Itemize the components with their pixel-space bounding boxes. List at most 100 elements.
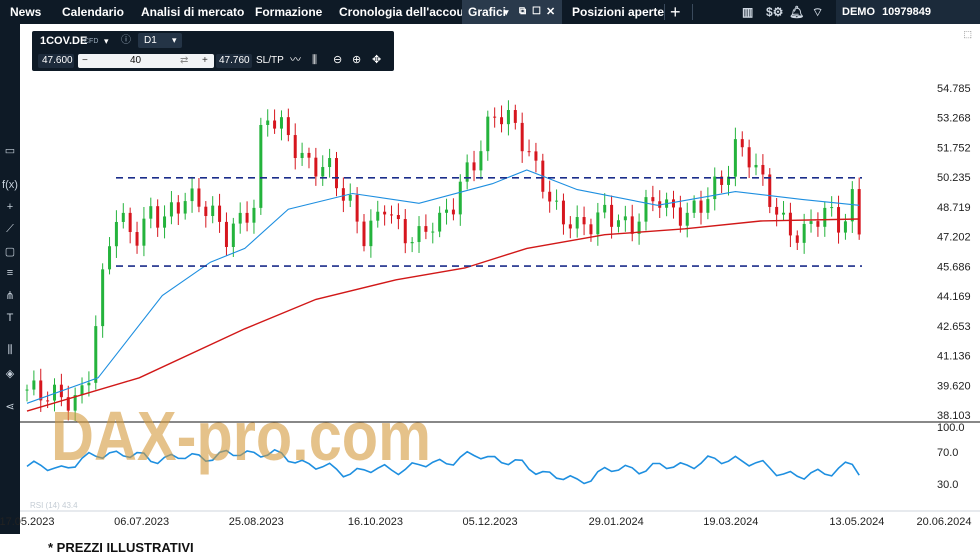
- price-tick-label: 54.785: [937, 83, 971, 95]
- candle-body: [176, 202, 180, 214]
- candle-body: [169, 202, 173, 217]
- tab-calendario[interactable]: Calendario: [62, 0, 124, 24]
- tab-grafici-label: Grafici: [468, 5, 507, 19]
- candle-body: [355, 194, 359, 222]
- timeframe-value: D1: [144, 35, 157, 46]
- candle-body: [94, 326, 98, 383]
- zoom-out-icon[interactable]: ⊖: [333, 53, 342, 67]
- candle-body: [575, 217, 579, 229]
- candle-body: [568, 224, 572, 229]
- expand-icon[interactable]: ⬚: [963, 29, 972, 39]
- candle-body: [610, 204, 614, 227]
- candle-body: [314, 157, 318, 177]
- quantity-value[interactable]: 40: [130, 54, 141, 68]
- account-badge[interactable]: DEMO 10979849: [836, 0, 980, 24]
- chevron-down-icon[interactable]: ▾: [504, 0, 509, 24]
- tab-news[interactable]: News: [10, 0, 41, 24]
- candle-body: [252, 207, 256, 223]
- price-tick-label: 53.268: [937, 113, 971, 125]
- price-tick-label: 39.620: [937, 380, 971, 392]
- candle-body: [699, 200, 703, 213]
- tab-posizioni-aperte[interactable]: Posizioni aperte: [572, 0, 664, 24]
- candle-body: [417, 226, 421, 243]
- candle-body: [190, 188, 194, 202]
- price-tick-label: 42.653: [937, 321, 971, 333]
- buy-price-button[interactable]: 47.760: [216, 54, 252, 68]
- candle-body: [348, 194, 352, 201]
- candle-body: [816, 221, 820, 227]
- popout-icon[interactable]: ⧉: [519, 0, 526, 24]
- candle-body: [204, 206, 208, 217]
- candle-body: [802, 223, 806, 243]
- line-chart-icon[interactable]: 〰: [290, 53, 301, 67]
- candle-body: [46, 400, 50, 402]
- candle-body: [644, 197, 648, 222]
- candle-body: [224, 221, 228, 247]
- candles-icon[interactable]: ⫼: [312, 53, 317, 67]
- symbol-dropdown-icon[interactable]: ▾: [104, 34, 109, 48]
- tab-formazione[interactable]: Formazione: [255, 0, 322, 24]
- tab-analisi-di-mercato[interactable]: Analisi di mercato: [141, 0, 244, 24]
- date-tick-label: 13.05.2024: [829, 516, 884, 528]
- top-nav-bar: News Calendario Analisi di mercato Forma…: [0, 0, 980, 24]
- timeframe-select[interactable]: D1 ▾: [138, 33, 182, 48]
- candle-body: [328, 158, 332, 168]
- candle-body: [589, 224, 593, 235]
- price-chart[interactable]: 54.785 53.268 51.752 50.235 48.719 47.202 45.6…: [0, 24, 980, 558]
- move-icon[interactable]: ✥: [372, 53, 381, 67]
- candle-body: [341, 188, 345, 201]
- sell-price-button[interactable]: 47.600: [38, 54, 74, 68]
- candle-body: [843, 221, 847, 233]
- date-tick-label: 05.12.2023: [463, 516, 518, 528]
- candle-body: [754, 164, 758, 168]
- info-icon[interactable]: ⓘ: [121, 34, 131, 48]
- candle-body: [218, 205, 222, 222]
- candle-body: [747, 147, 751, 168]
- add-tab-button[interactable]: +: [670, 0, 681, 24]
- candle-body: [706, 199, 710, 213]
- candle-body: [108, 246, 112, 270]
- price-tick-label: 41.136: [937, 351, 971, 363]
- candle-body: [486, 116, 490, 152]
- candle-body: [678, 207, 682, 226]
- decrease-icon[interactable]: −: [82, 54, 88, 68]
- symbol-name[interactable]: 1COV.DE: [40, 34, 87, 48]
- candle-body: [142, 218, 146, 246]
- candle-body: [479, 151, 483, 171]
- price-tick-label: 50.235: [937, 172, 971, 184]
- candle-body: [555, 200, 559, 202]
- sltp-button[interactable]: SL/TP: [256, 54, 284, 68]
- footnote: * PREZZI ILLUSTRATIVI: [48, 540, 194, 555]
- candle-body: [768, 174, 772, 207]
- watermark-text: DAX-pro.com: [51, 397, 431, 475]
- candle-body: [775, 206, 779, 215]
- candle-body: [692, 200, 696, 213]
- account-mode: DEMO: [842, 6, 875, 18]
- instrument-panel: 1COV.DE CFD ▾ ⓘ D1 ▾ 47.600 − 40 ⇄ + 47.…: [32, 31, 394, 71]
- bell-icon[interactable]: 🔔︎: [789, 0, 804, 24]
- candle-body: [500, 117, 504, 125]
- swap-icon[interactable]: ⇄: [180, 54, 188, 68]
- tab-cronologia-account[interactable]: Cronologia dell'account: [339, 0, 475, 24]
- candle-body: [245, 212, 249, 223]
- candle-body: [685, 212, 689, 226]
- date-tick-label: 17.05.2023: [0, 516, 55, 528]
- price-tick-label: 45.686: [937, 261, 971, 273]
- currency-settings-icon[interactable]: $⚙: [766, 0, 783, 24]
- candle-body: [293, 135, 297, 159]
- candle-body: [334, 158, 338, 189]
- candle-body: [383, 211, 387, 215]
- maximize-icon[interactable]: ☐: [532, 0, 541, 24]
- layout-icon[interactable]: ▥: [742, 0, 753, 24]
- candle-body: [80, 385, 84, 396]
- quantity-stepper[interactable]: − 40 ⇄ +: [78, 54, 214, 68]
- increase-icon[interactable]: +: [202, 54, 208, 68]
- candle-body: [451, 209, 455, 215]
- date-tick-label: 16.10.2023: [348, 516, 403, 528]
- candle-body: [121, 212, 125, 222]
- close-icon[interactable]: ✕: [546, 0, 555, 24]
- tab-grafici[interactable]: Grafici ▾ ⧉ ☐ ✕: [462, 0, 562, 24]
- candle-body: [431, 231, 435, 233]
- price-tick-label: 47.202: [937, 232, 971, 244]
- zoom-in-icon[interactable]: ⊕: [352, 53, 361, 67]
